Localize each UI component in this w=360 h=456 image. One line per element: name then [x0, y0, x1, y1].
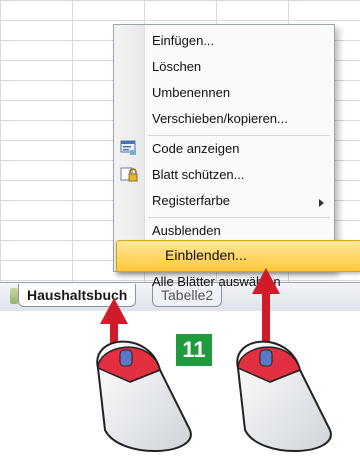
menu-item-umbenennen[interactable]: Umbenennen — [152, 81, 230, 105]
menu-item-registerfarbe[interactable]: Registerfarbe — [152, 189, 230, 213]
mouse-icon — [236, 340, 332, 452]
lock-icon — [120, 167, 138, 182]
code-icon — [120, 140, 136, 155]
menu-item-alle-blaetter-auswaehlen[interactable]: Alle Blätter auswählen — [152, 270, 281, 294]
sheet-context-menu: Einfügen... Löschen Umbenennen Verschieb… — [113, 24, 335, 272]
step-number-badge: 11 — [176, 334, 212, 366]
tab-scroll-marker — [10, 288, 18, 304]
menu-item-verschieben-kopieren[interactable]: Verschieben/kopieren... — [152, 107, 288, 131]
menu-item-blatt-schuetzen[interactable]: Blatt schützen... — [152, 163, 245, 187]
menu-item-einfuegen[interactable]: Einfügen... — [152, 29, 214, 53]
menu-item-loeschen[interactable]: Löschen — [152, 55, 201, 79]
menu-separator — [148, 217, 330, 218]
menu-item-einblenden[interactable]: Einblenden... — [116, 240, 360, 272]
menu-item-code-anzeigen[interactable]: Code anzeigen — [152, 137, 239, 161]
submenu-arrow-icon — [319, 199, 324, 207]
menu-item-einblenden-label: Einblenden... — [165, 247, 247, 263]
menu-separator — [148, 135, 330, 136]
sheet-tab-haushaltsbuch[interactable]: Haushaltsbuch — [18, 284, 137, 307]
